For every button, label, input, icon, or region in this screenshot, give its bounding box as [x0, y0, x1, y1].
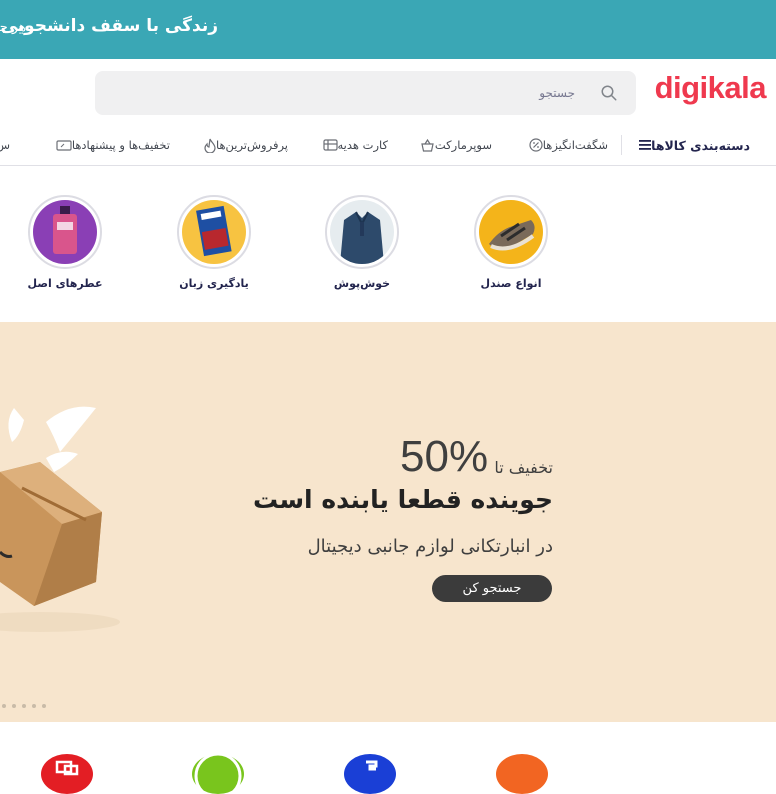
menu-icon [639, 140, 652, 150]
slider-dot[interactable] [22, 704, 26, 708]
nav-item-partial[interactable]: س [0, 136, 10, 154]
nav-item-bestsellers[interactable]: پرفروش‌ترین‌ها [199, 136, 288, 154]
nav-item-supermarket[interactable]: سوپرمارکت [415, 136, 492, 154]
nav-categories-label: دسته‌بندی کالاها [651, 137, 750, 153]
story-fashion[interactable]: خوش‌پوش [307, 195, 417, 290]
nav-item-amazing-offers[interactable]: شگفت‌انگیزها [524, 136, 608, 154]
slider-dot[interactable] [2, 704, 6, 708]
nav-item-label: کارت هدیه [337, 138, 388, 152]
jet-logo-text: jet [513, 728, 531, 744]
service-pay[interactable] [344, 754, 396, 794]
services-row: jet [0, 722, 776, 794]
search-box[interactable] [95, 71, 636, 115]
hero-subtitle: در انبارتکانی لوازم جانبی دیجیتال [307, 536, 553, 557]
nav-item-label: تخفیف‌ها و پیشنهادها [71, 138, 170, 152]
perfume-image [33, 200, 97, 264]
banner-headline: زندگی با سقف دانشجویی [0, 16, 218, 36]
hero-slider[interactable]: 50% تخفیف تا جوینده قطعا یابنده است در ا… [0, 322, 776, 722]
service-green-icon [194, 754, 242, 794]
hero-cta-button[interactable]: جستجو کن [432, 575, 552, 602]
sandal-image [479, 200, 543, 264]
service-jet[interactable]: jet [496, 728, 548, 794]
story-ring [325, 195, 399, 269]
book-image [182, 200, 246, 264]
story-ring [28, 195, 102, 269]
story-label: یادگیری زبان [179, 277, 249, 290]
story-label: انواع صندل [480, 277, 542, 290]
nav-item-label: سوپرمارکت [434, 138, 492, 152]
nav-item-gift-card[interactable]: کارت هدیه [318, 136, 388, 154]
slider-dots [2, 704, 46, 708]
service-green[interactable] [192, 754, 244, 794]
discount-percent: 50% [400, 432, 489, 481]
banner-tail-text: هر جا [0, 20, 26, 35]
search-icon[interactable] [600, 84, 618, 102]
story-sandals[interactable]: انواع صندل [456, 195, 566, 290]
slider-dot[interactable] [32, 704, 36, 708]
header: digikala [0, 59, 776, 121]
story-ring [177, 195, 251, 269]
nav-item-label: پرفروش‌ترین‌ها [215, 138, 288, 152]
main-nav: دسته‌بندی کالاها شگفت‌انگیزها سوپرمارکت … [0, 121, 776, 166]
digikala-logo[interactable]: digikala [655, 70, 767, 106]
percent-icon [529, 138, 543, 152]
cardboard-box-illustration [0, 406, 120, 632]
hero-title: جوینده قطعا یابنده است [253, 485, 553, 514]
pay-logo-icon [366, 760, 378, 771]
slider-dot[interactable] [42, 704, 46, 708]
nav-divider [621, 135, 622, 155]
stories-row: انواع صندل خوش‌پوش [0, 167, 776, 322]
nav-item-label: شگفت‌انگیزها [542, 138, 608, 152]
story-perfumes[interactable]: عطرهای اصل [10, 195, 120, 290]
nav-item-discounts[interactable]: تخفیف‌ها و پیشنهادها [51, 136, 170, 154]
nav-categories[interactable]: دسته‌بندی کالاها [634, 136, 750, 154]
coupon-icon [56, 139, 72, 151]
slider-dot[interactable] [12, 704, 16, 708]
service-red-icon [55, 760, 79, 776]
gift-card-icon [322, 139, 338, 151]
basket-icon [421, 138, 434, 152]
polo-shirt-image [330, 200, 394, 264]
service-red[interactable] [41, 754, 93, 794]
nav-item-label: س [0, 138, 10, 152]
story-label: عطرهای اصل [27, 277, 103, 290]
top-promo-banner[interactable]: زندگی با سقف دانشجویی هر جا [0, 0, 776, 59]
story-label: خوش‌پوش [333, 277, 391, 290]
search-input[interactable] [95, 71, 585, 115]
fire-icon [204, 138, 216, 153]
discount-prefix: تخفیف تا [494, 458, 553, 477]
story-ring [474, 195, 548, 269]
story-language-learning[interactable]: یادگیری زبان [159, 195, 269, 290]
